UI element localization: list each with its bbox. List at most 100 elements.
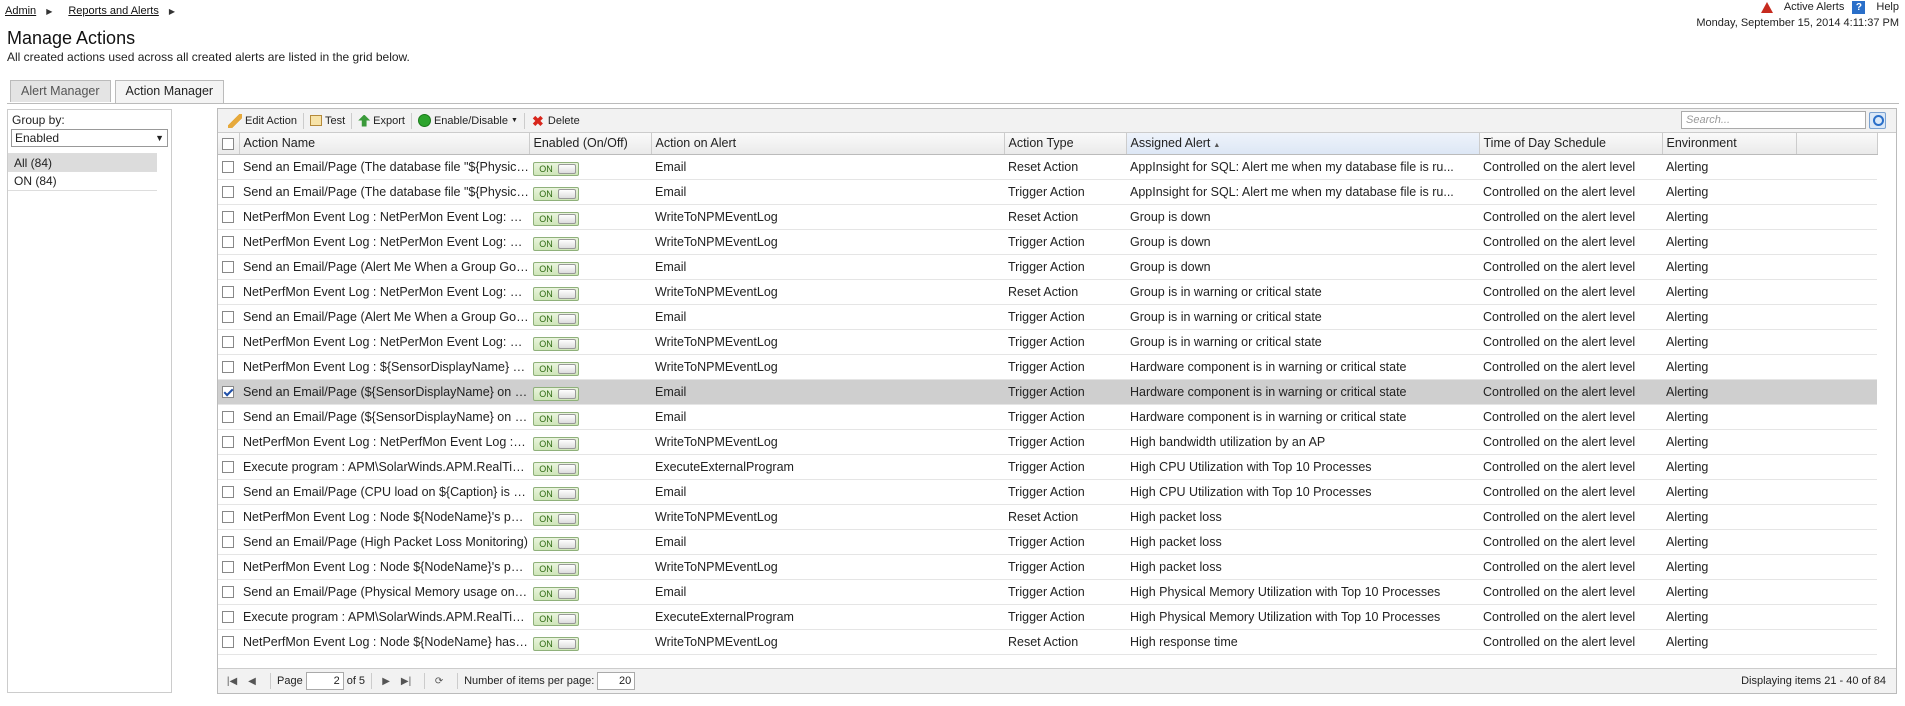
tab-alert-manager[interactable]: Alert Manager <box>10 80 111 102</box>
enabled-toggle[interactable]: ON <box>533 236 579 251</box>
table-row[interactable]: NetPerfMon Event Log : Node ${NodeName}'… <box>218 554 1877 580</box>
table-row[interactable]: Send an Email/Page (Physical Memory usag… <box>218 579 1877 605</box>
row-checkbox[interactable] <box>222 536 234 549</box>
header-links: Active Alerts ? Help Monday, September 1… <box>1696 0 1899 29</box>
enabled-toggle[interactable]: ON <box>533 461 579 476</box>
row-checkbox[interactable] <box>222 311 234 324</box>
search-icon[interactable] <box>1869 112 1886 129</box>
previous-page-icon[interactable]: ◀ <box>244 673 260 689</box>
edit-action-button[interactable]: Edit Action <box>222 111 303 131</box>
table-row[interactable]: Send an Email/Page (The database file "$… <box>218 179 1877 205</box>
enabled-toggle[interactable]: ON <box>533 411 579 426</box>
environment-cell: Alerting <box>1662 629 1796 655</box>
enabled-cell: ON <box>529 329 651 355</box>
row-checkbox[interactable] <box>222 286 234 299</box>
last-page-icon[interactable]: ▶| <box>398 673 414 689</box>
table-row[interactable]: NetPerfMon Event Log : NetPerMon Event L… <box>218 229 1877 255</box>
table-row[interactable]: Execute program : APM\SolarWinds.APM.Rea… <box>218 454 1877 480</box>
items-per-page-input[interactable]: 20 <box>597 672 636 690</box>
page-number-input[interactable]: 2 <box>305 672 344 690</box>
table-row[interactable]: Send an Email/Page (${SensorDisplayName}… <box>218 404 1877 430</box>
environment-cell: Alerting <box>1662 554 1796 580</box>
enabled-toggle[interactable]: ON <box>533 361 579 376</box>
active-alerts-link[interactable]: Active Alerts <box>1784 1 1845 13</box>
column-header-action-name[interactable]: Action Name <box>239 133 530 155</box>
next-page-icon[interactable]: ▶ <box>378 673 394 689</box>
enabled-toggle[interactable]: ON <box>533 636 579 651</box>
group-item-on[interactable]: ON (84) <box>8 172 157 191</box>
column-header-assigned-alert[interactable]: Assigned Alert ▲ <box>1126 133 1480 155</box>
enabled-toggle[interactable]: ON <box>533 386 579 401</box>
breadcrumb-arrow-icon: ▶ <box>168 6 175 16</box>
enabled-toggle[interactable]: ON <box>533 511 579 526</box>
row-checkbox[interactable] <box>222 336 234 349</box>
test-button[interactable]: Test <box>304 111 351 131</box>
delete-button[interactable]: ✖ Delete <box>525 111 586 131</box>
enabled-toggle[interactable]: ON <box>533 586 579 601</box>
table-row[interactable]: NetPerfMon Event Log : ${SensorDisplayNa… <box>218 354 1877 380</box>
enabled-toggle[interactable]: ON <box>533 561 579 576</box>
row-checkbox[interactable] <box>222 486 234 499</box>
help-link[interactable]: Help <box>1876 1 1899 13</box>
enabled-toggle[interactable]: ON <box>533 161 579 176</box>
table-row[interactable]: Send an Email/Page (${SensorDisplayName}… <box>218 379 1877 405</box>
table-row[interactable]: Send an Email/Page (Alert Me When a Grou… <box>218 254 1877 280</box>
enabled-toggle[interactable]: ON <box>533 536 579 551</box>
row-checkbox[interactable] <box>222 611 234 624</box>
breadcrumb-admin[interactable]: Admin <box>5 5 36 17</box>
row-checkbox[interactable] <box>222 161 234 174</box>
row-checkbox[interactable] <box>222 186 234 199</box>
enabled-toggle[interactable]: ON <box>533 211 579 226</box>
breadcrumb-reports-and-alerts[interactable]: Reports and Alerts <box>68 5 159 17</box>
table-row[interactable]: NetPerfMon Event Log : Node ${NodeName}'… <box>218 504 1877 530</box>
table-row[interactable]: Send an Email/Page (Alert Me When a Grou… <box>218 304 1877 330</box>
table-row[interactable]: NetPerfMon Event Log : NetPerMon Event L… <box>218 204 1877 230</box>
column-header-action-type[interactable]: Action Type <box>1004 133 1127 155</box>
table-row[interactable]: NetPerfMon Event Log : Node ${NodeName} … <box>218 629 1877 655</box>
table-row[interactable]: NetPerfMon Event Log : NetPerMon Event L… <box>218 279 1877 305</box>
row-checkbox[interactable] <box>222 511 234 524</box>
row-checkbox[interactable] <box>222 586 234 599</box>
row-spacer <box>1796 529 1877 555</box>
table-row[interactable]: Send an Email/Page (CPU load on ${Captio… <box>218 479 1877 505</box>
row-checkbox[interactable] <box>222 436 234 449</box>
column-header-time-of-day-schedule[interactable]: Time of Day Schedule <box>1479 133 1663 155</box>
table-row[interactable]: Send an Email/Page (High Packet Loss Mon… <box>218 529 1877 555</box>
search-input[interactable]: Search... <box>1681 111 1866 129</box>
enabled-toggle[interactable]: ON <box>533 286 579 301</box>
enabled-toggle[interactable]: ON <box>533 611 579 626</box>
schedule-cell: Controlled on the alert level <box>1479 629 1662 655</box>
schedule-cell: Controlled on the alert level <box>1479 429 1662 455</box>
row-checkbox[interactable] <box>222 411 234 424</box>
enabled-toggle[interactable]: ON <box>533 336 579 351</box>
select-all-checkbox[interactable] <box>222 137 234 150</box>
row-checkbox[interactable] <box>222 636 234 649</box>
enabled-toggle[interactable]: ON <box>533 311 579 326</box>
enable-disable-button[interactable]: Enable/Disable ▼ <box>412 111 524 131</box>
row-checkbox[interactable] <box>222 561 234 574</box>
row-checkbox[interactable] <box>222 386 234 399</box>
group-item-all[interactable]: All (84) <box>8 153 157 172</box>
enabled-toggle[interactable]: ON <box>533 261 579 276</box>
column-header-action-on-alert[interactable]: Action on Alert <box>651 133 1005 155</box>
enabled-toggle[interactable]: ON <box>533 486 579 501</box>
first-page-icon[interactable]: |◀ <box>224 673 240 689</box>
column-header-enabled[interactable]: Enabled (On/Off) <box>529 133 652 155</box>
table-row[interactable]: Send an Email/Page (The database file "$… <box>218 154 1877 180</box>
row-checkbox[interactable] <box>222 461 234 474</box>
table-row[interactable]: NetPerfMon Event Log : NetPerMon Event L… <box>218 329 1877 355</box>
table-row[interactable]: Execute program : APM\SolarWinds.APM.Rea… <box>218 604 1877 630</box>
row-checkbox[interactable] <box>222 236 234 249</box>
column-header-environment[interactable]: Environment <box>1662 133 1797 155</box>
row-checkbox[interactable] <box>222 211 234 224</box>
refresh-icon[interactable]: ⟳ <box>431 673 447 689</box>
export-button[interactable]: Export <box>352 111 411 131</box>
enabled-toggle[interactable]: ON <box>533 186 579 201</box>
enabled-toggle[interactable]: ON <box>533 436 579 451</box>
row-select-cell <box>218 579 239 605</box>
row-checkbox[interactable] <box>222 261 234 274</box>
tab-action-manager[interactable]: Action Manager <box>114 80 225 103</box>
row-checkbox[interactable] <box>222 361 234 374</box>
table-row[interactable]: NetPerfMon Event Log : NetPerfMon Event … <box>218 429 1877 455</box>
group-by-select[interactable]: Enabled ▼ <box>11 129 168 147</box>
